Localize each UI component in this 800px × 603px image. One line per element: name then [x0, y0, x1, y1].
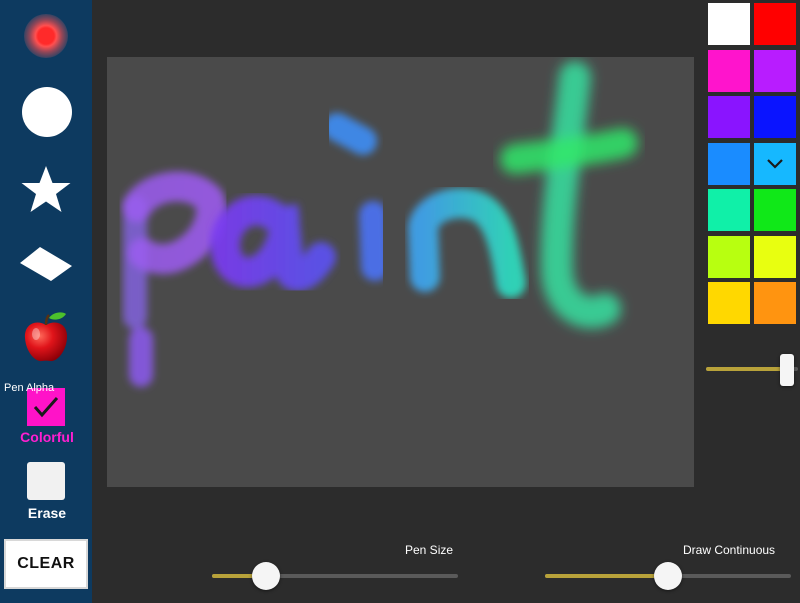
color-swatch[interactable] [754, 49, 796, 92]
color-swatch[interactable] [708, 282, 750, 324]
color-swatch[interactable] [708, 189, 750, 231]
apple-icon [24, 312, 68, 362]
color-swatch[interactable] [754, 235, 796, 278]
color-swatch[interactable] [708, 3, 750, 45]
star-brush-button[interactable] [19, 164, 73, 216]
apple-brush-button[interactable] [22, 310, 70, 364]
chevron-down-icon [767, 158, 783, 169]
pen-alpha-handle[interactable] [779, 354, 794, 386]
color-swatch[interactable] [708, 96, 750, 138]
stroke-letter-n [407, 188, 526, 298]
erase-label: Erase [27, 505, 67, 521]
color-swatch[interactable] [708, 49, 750, 92]
circle-brush-button[interactable] [22, 87, 72, 137]
draw-continuous-label: Draw Continuous [683, 543, 776, 557]
diamond-brush-button[interactable] [18, 244, 74, 284]
pen-size-handle[interactable] [252, 562, 281, 590]
erase-checkbox[interactable] [27, 462, 65, 500]
erase-toggle[interactable]: Erase [14, 462, 80, 522]
pen-size-track[interactable] [212, 574, 458, 578]
pen-size-label: Pen Size [405, 543, 454, 557]
pen-alpha-label: Pen Alpha [4, 382, 55, 394]
painted-strokes [122, 61, 638, 387]
draw-continuous-slider[interactable] [545, 560, 791, 592]
glow-brush-button[interactable] [24, 14, 68, 58]
stroke-letter-t [500, 61, 638, 329]
colorful-label: Colorful [20, 429, 74, 445]
pen-size-slider[interactable] [212, 560, 458, 592]
diamond-icon [20, 247, 72, 281]
stroke-letter-a [210, 195, 336, 292]
color-swatch[interactable] [754, 96, 796, 138]
pen-alpha-fill [706, 367, 789, 371]
color-swatch[interactable] [708, 142, 750, 185]
tool-sidebar: Colorful Erase CLEAR [0, 0, 92, 603]
color-swatch[interactable] [754, 142, 796, 185]
colorful-toggle[interactable]: Colorful [14, 388, 80, 446]
checkmark-icon [33, 397, 59, 418]
star-icon [21, 166, 71, 212]
stroke-letter-i [323, 113, 389, 281]
color-swatch[interactable] [754, 3, 796, 45]
color-swatch[interactable] [754, 189, 796, 231]
pen-alpha-slider[interactable] [706, 350, 798, 390]
stroke-letter-p [122, 171, 227, 387]
draw-continuous-handle[interactable] [654, 562, 682, 590]
color-swatch[interactable] [754, 282, 796, 324]
draw-continuous-fill [545, 574, 668, 578]
color-swatch[interactable] [708, 235, 750, 278]
drawing-canvas[interactable] [107, 57, 694, 487]
clear-button[interactable]: CLEAR [4, 539, 88, 589]
